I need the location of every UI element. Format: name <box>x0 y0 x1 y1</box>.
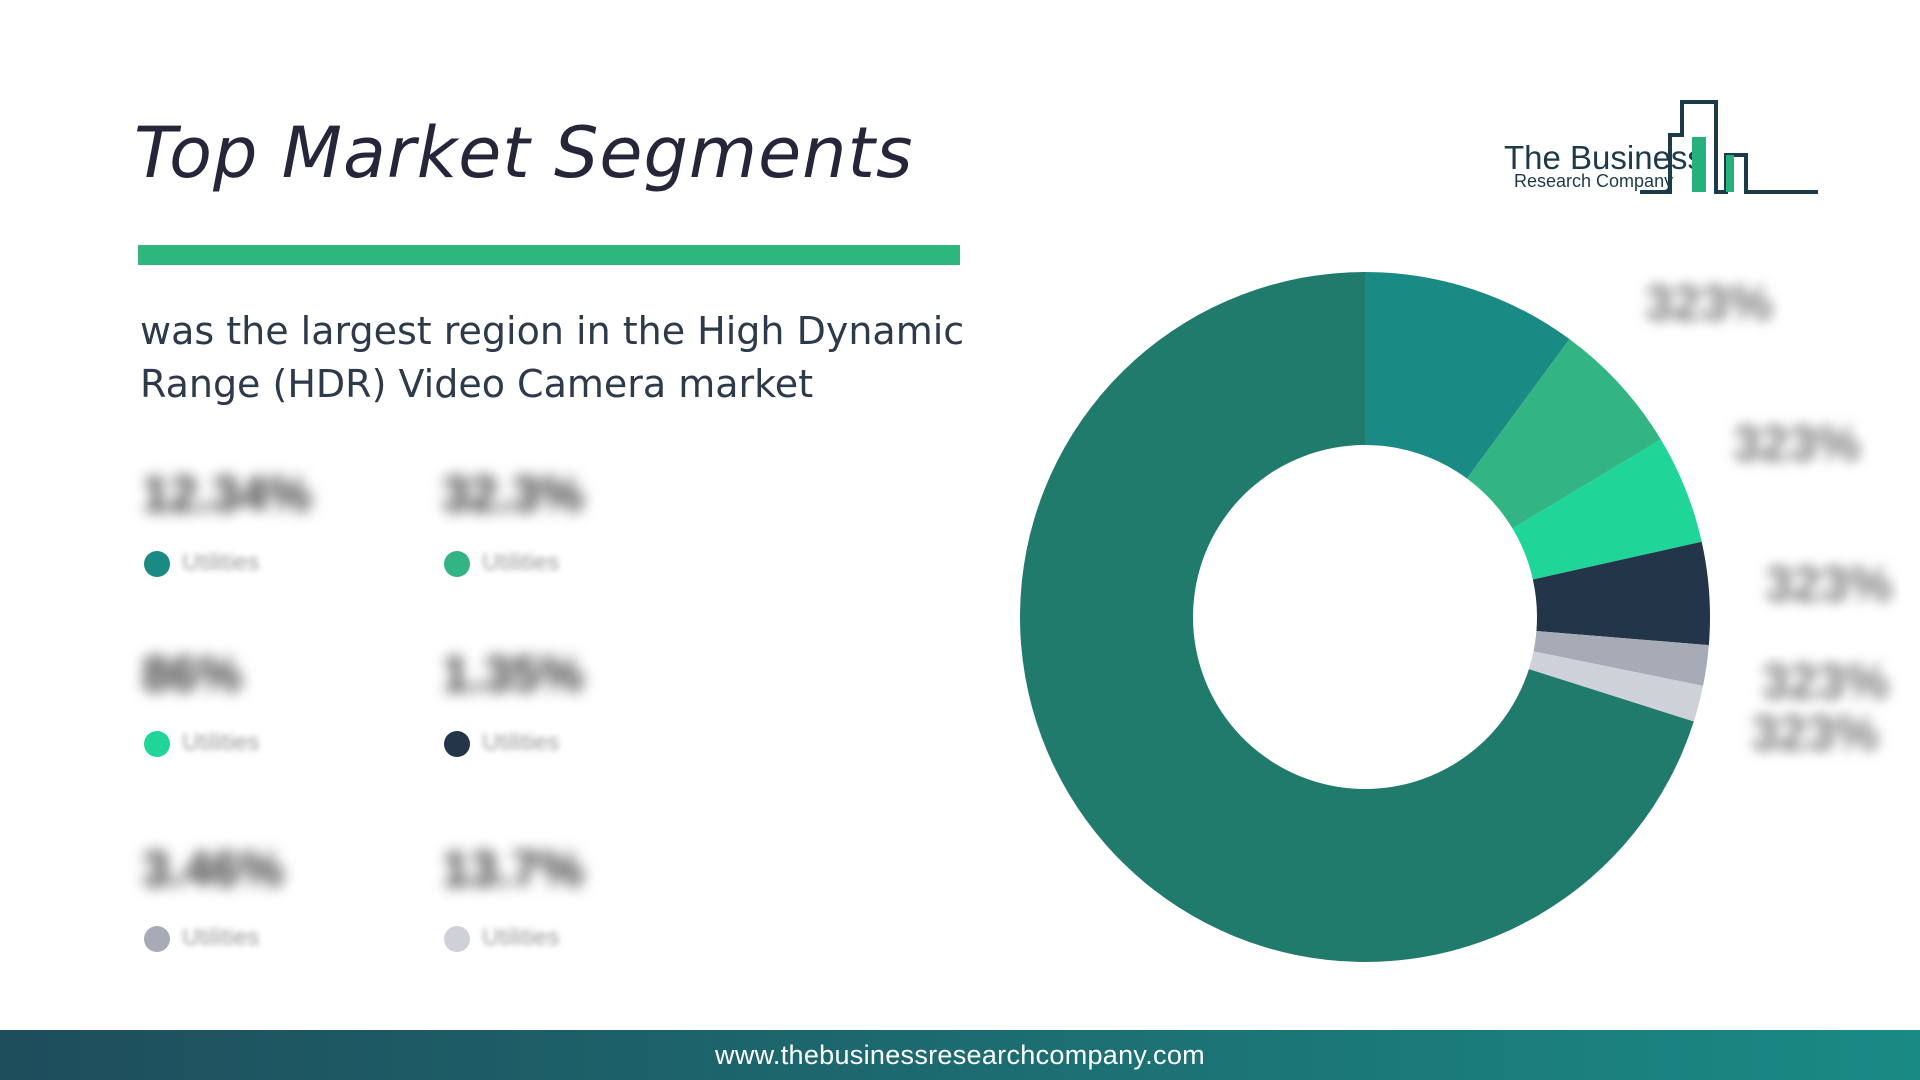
legend-label: Utilities <box>182 729 260 756</box>
company-logo: The Business Research Company <box>1500 95 1830 205</box>
legend-item: 1.35% Utilities <box>440 645 740 765</box>
slice-label: 323% <box>1645 275 1773 331</box>
legend-value: 1.35% <box>442 646 584 702</box>
legend-item: 3.46% Utilities <box>140 840 440 960</box>
legend-label: Utilities <box>482 549 560 576</box>
legend-dot <box>444 731 470 757</box>
legend-value: 86% <box>142 646 243 702</box>
slice-label: 323% <box>1765 556 1893 612</box>
legend-label: Utilities <box>182 924 260 951</box>
slice-label: 323% <box>1733 415 1861 471</box>
legend-dot <box>144 926 170 952</box>
legend-value: 3.46% <box>142 841 284 897</box>
legend-label: Utilities <box>482 924 560 951</box>
slide-title: Top Market Segments <box>134 112 914 194</box>
slice-label: 323% <box>1751 705 1879 761</box>
skyline-bar <box>1692 137 1706 192</box>
title-underline <box>138 245 960 265</box>
legend-dot <box>144 551 170 577</box>
skyline-bar <box>1726 155 1734 192</box>
legend-dot <box>444 551 470 577</box>
legend-value: 32.3% <box>442 466 584 522</box>
legend-label: Utilities <box>182 549 260 576</box>
legend-item: 32.3% Utilities <box>440 465 740 585</box>
legend-item: 12.34% Utilities <box>140 465 440 585</box>
legend-dot <box>144 731 170 757</box>
slice-label: 323% <box>1761 654 1889 710</box>
legend-value: 12.34% <box>142 466 312 522</box>
legend-label: Utilities <box>482 729 560 756</box>
legend-dot <box>444 926 470 952</box>
skyline-icon <box>1640 100 1818 194</box>
legend-item: 13.7% Utilities <box>440 840 740 960</box>
donut-chart-svg: 323%323%323%323%323%323% <box>1020 272 1893 962</box>
slide-subtitle: was the largest region in the High Dynam… <box>140 309 965 406</box>
legend-value: 13.7% <box>442 841 584 897</box>
legend-item: 86% Utilities <box>140 645 440 765</box>
footer-url: www.thebusinessresearchcompany.com <box>715 1039 1205 1070</box>
footer-bar: www.thebusinessresearchcompany.com <box>0 1030 1920 1080</box>
legend: 12.34% Utilities 32.3% Utilities 86% Uti… <box>140 465 760 965</box>
donut-chart: 323%323%323%323%323%323% <box>960 220 1900 980</box>
